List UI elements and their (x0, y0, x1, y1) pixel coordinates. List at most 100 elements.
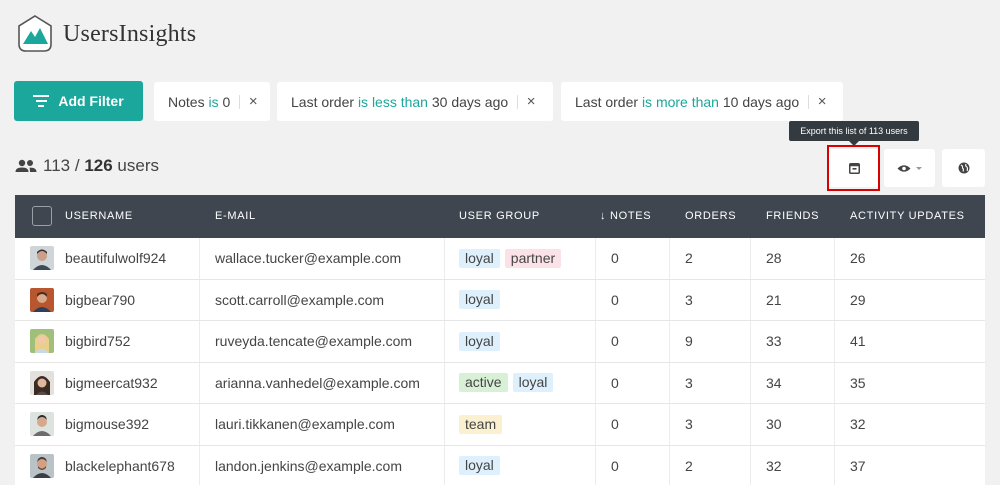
remove-filter-icon[interactable]: × (809, 93, 835, 110)
orders-cell: 2 (685, 457, 693, 474)
username-cell[interactable]: bigbear790 (65, 280, 135, 321)
user-group-cell: loyal (459, 280, 505, 321)
username-cell[interactable]: bigmeercat932 (65, 363, 158, 404)
username-cell[interactable]: blackelephant678 (65, 446, 175, 485)
activity-cell: 29 (850, 291, 866, 308)
filter-value: 30 days ago (431, 93, 509, 110)
filter-field: Last order (575, 93, 639, 110)
export-tooltip: Export this list of 113 users (789, 121, 919, 146)
email-cell: ruveyda.tencate@example.com (215, 333, 413, 350)
email-cell: lauri.tikkanen@example.com (215, 416, 395, 433)
add-filter-button[interactable]: Add Filter (14, 81, 143, 121)
table-row[interactable]: blackelephant678 landon.jenkins@example.… (15, 446, 985, 485)
friends-cell: 33 (766, 333, 782, 350)
column-header-email[interactable]: E-MAIL (215, 210, 256, 222)
remove-filter-icon[interactable]: × (518, 93, 544, 110)
group-tag: partner (504, 248, 562, 268)
map-view-button[interactable] (942, 149, 985, 187)
filter-value: 0 (222, 93, 231, 110)
filter-value: 10 days ago (722, 93, 800, 110)
table-row[interactable]: beautifulwolf924 wallace.tucker@example.… (15, 238, 985, 280)
users-shown-count: 113 (43, 156, 71, 175)
avatar (30, 287, 54, 312)
user-group-cell: team (459, 404, 507, 445)
users-count: 113 / 126 users (15, 156, 159, 176)
users-unit: users (117, 156, 159, 175)
visibility-columns-button[interactable] (884, 149, 935, 187)
table-row[interactable]: bigbird752 ruveyda.tencate@example.com l… (15, 321, 985, 363)
count-separator: / (74, 156, 80, 175)
friends-cell: 34 (766, 374, 782, 391)
group-tag: loyal (459, 456, 500, 476)
friends-cell: 32 (766, 457, 782, 474)
email-cell: wallace.tucker@example.com (215, 250, 402, 267)
select-all-checkbox[interactable] (32, 206, 52, 226)
username-cell[interactable]: beautifulwolf924 (65, 238, 166, 279)
notes-cell: 0 (611, 374, 619, 391)
user-group-cell: loyal (459, 446, 505, 485)
table-row[interactable]: bigmeercat932 arianna.vanhedel@example.c… (15, 363, 985, 404)
notes-cell: 0 (611, 416, 619, 433)
avatar (30, 453, 54, 478)
group-tag: loyal (459, 331, 500, 351)
friends-cell: 21 (766, 291, 782, 308)
table-row[interactable]: bigmouse392 lauri.tikkanen@example.com t… (15, 404, 985, 446)
notes-cell: 0 (611, 291, 619, 308)
users-icon (15, 159, 37, 172)
filter-operator: is more than (641, 93, 719, 110)
group-tag: loyal (459, 290, 500, 310)
column-header-friends[interactable]: FRIENDS (766, 210, 819, 222)
filter-chip-last-order-more[interactable]: Last order is more than 10 days ago × (561, 82, 843, 121)
export-highlight-box (827, 145, 880, 191)
notes-cell: 0 (611, 457, 619, 474)
add-filter-label: Add Filter (58, 93, 124, 109)
app-logo: UsersInsights (15, 14, 196, 54)
username-cell[interactable]: bigmouse392 (65, 404, 149, 445)
globe-icon (958, 162, 969, 174)
brand-name: UsersInsights (63, 20, 197, 47)
notes-cell: 0 (611, 250, 619, 267)
user-group-cell: loyal partner (459, 238, 566, 279)
remove-filter-icon[interactable]: × (240, 93, 266, 110)
table-row[interactable]: bigbear790 scott.carroll@example.com loy… (15, 280, 985, 321)
friends-cell: 28 (766, 250, 782, 267)
users-table: USERNAME E-MAIL USER GROUP ↓ NOTES ORDER… (15, 195, 985, 485)
column-header-username[interactable]: USERNAME (65, 210, 133, 222)
email-cell: scott.carroll@example.com (215, 291, 385, 308)
group-tag: team (459, 414, 503, 434)
column-header-orders[interactable]: ORDERS (685, 210, 736, 222)
chevron-down-icon (915, 166, 922, 170)
group-tag: loyal (459, 248, 500, 268)
avatar (30, 412, 54, 437)
filter-operator: is less than (357, 93, 428, 110)
avatar (30, 370, 54, 395)
orders-cell: 2 (685, 250, 693, 267)
table-header: USERNAME E-MAIL USER GROUP ↓ NOTES ORDER… (15, 195, 985, 238)
username-cell[interactable]: bigbird752 (65, 321, 130, 362)
user-group-cell: active loyal (459, 363, 558, 404)
orders-cell: 9 (685, 333, 693, 350)
orders-cell: 3 (685, 291, 693, 308)
column-header-notes[interactable]: ↓ NOTES (600, 210, 651, 222)
logo-mountain-icon (18, 15, 52, 52)
activity-cell: 26 (850, 250, 866, 267)
activity-cell: 32 (850, 416, 866, 433)
column-header-activity-updates[interactable]: ACTIVITY UPDATES (850, 210, 965, 222)
notes-cell: 0 (611, 333, 619, 350)
users-total-count: 126 (84, 156, 113, 175)
activity-cell: 35 (850, 374, 866, 391)
email-cell: landon.jenkins@example.com (215, 457, 402, 474)
filter-field: Notes (168, 93, 205, 110)
filter-chip-last-order-less[interactable]: Last order is less than 30 days ago × (277, 82, 553, 121)
group-tag: loyal (512, 373, 554, 393)
activity-cell: 41 (850, 333, 866, 350)
orders-cell: 3 (685, 416, 693, 433)
avatar (30, 246, 54, 271)
activity-cell: 37 (850, 457, 866, 474)
filter-chip-notes[interactable]: Notes is 0 × (154, 82, 270, 121)
filter-field: Last order (291, 93, 355, 110)
friends-cell: 30 (766, 416, 782, 433)
group-tag: active (459, 373, 508, 393)
user-group-cell: loyal (459, 321, 505, 362)
column-header-user-group[interactable]: USER GROUP (459, 210, 540, 222)
